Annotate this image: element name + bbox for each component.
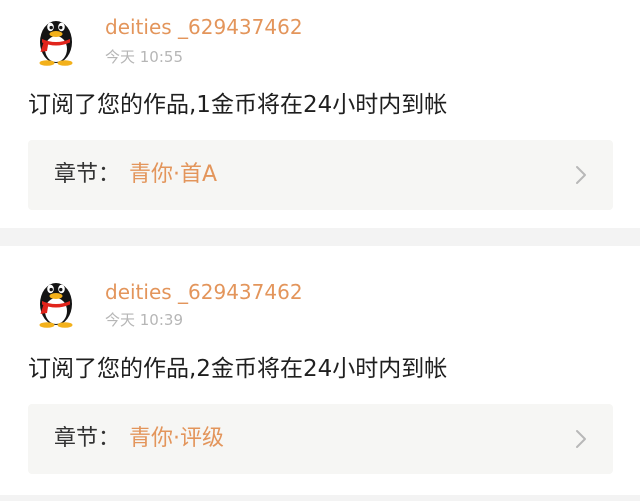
chapter-title: 青你·首A [129, 162, 218, 187]
timestamp: 今天 10:55 [105, 48, 183, 66]
chevron-right-icon [576, 166, 586, 184]
username-link[interactable]: deities _629437462 [105, 280, 303, 304]
qq-penguin-icon[interactable] [32, 274, 80, 328]
notification-message: 订阅了您的作品,1金币将在24小时内到帐 [28, 92, 448, 118]
chapter-label: 章节： [54, 162, 121, 187]
notification-feed: deities _629437462 今天 10:55 订阅了您的作品,1金币将… [0, 0, 640, 501]
notification-card: deities _629437462 今天 10:39 订阅了您的作品,2金币将… [0, 246, 640, 495]
timestamp: 今天 10:39 [105, 311, 183, 329]
chapter-title: 青你·评级 [129, 426, 224, 451]
chapter-link[interactable]: 章节： 青你·评级 [28, 404, 613, 474]
username-link[interactable]: deities _629437462 [105, 15, 303, 39]
chapter-link[interactable]: 章节： 青你·首A [28, 140, 613, 210]
qq-penguin-icon[interactable] [32, 12, 80, 66]
notification-message: 订阅了您的作品,2金币将在24小时内到帐 [28, 356, 448, 382]
chapter-label: 章节： [54, 426, 121, 451]
chevron-right-icon [576, 430, 586, 448]
notification-card: deities _629437462 今天 10:55 订阅了您的作品,1金币将… [0, 0, 640, 228]
